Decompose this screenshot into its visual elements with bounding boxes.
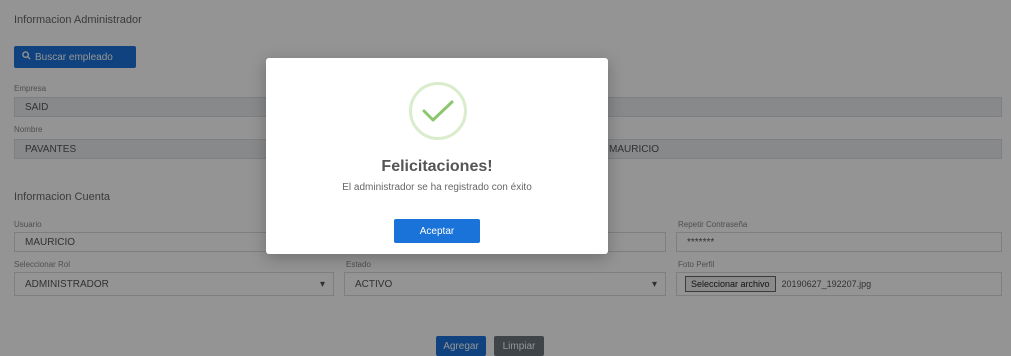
success-modal: Felicitaciones! El administrador se ha r… [266,58,608,254]
modal-message: El administrador se ha registrado con éx… [342,182,532,193]
success-check-icon [409,82,467,140]
accept-button[interactable]: Aceptar [394,219,480,243]
modal-title: Felicitaciones! [381,158,493,175]
